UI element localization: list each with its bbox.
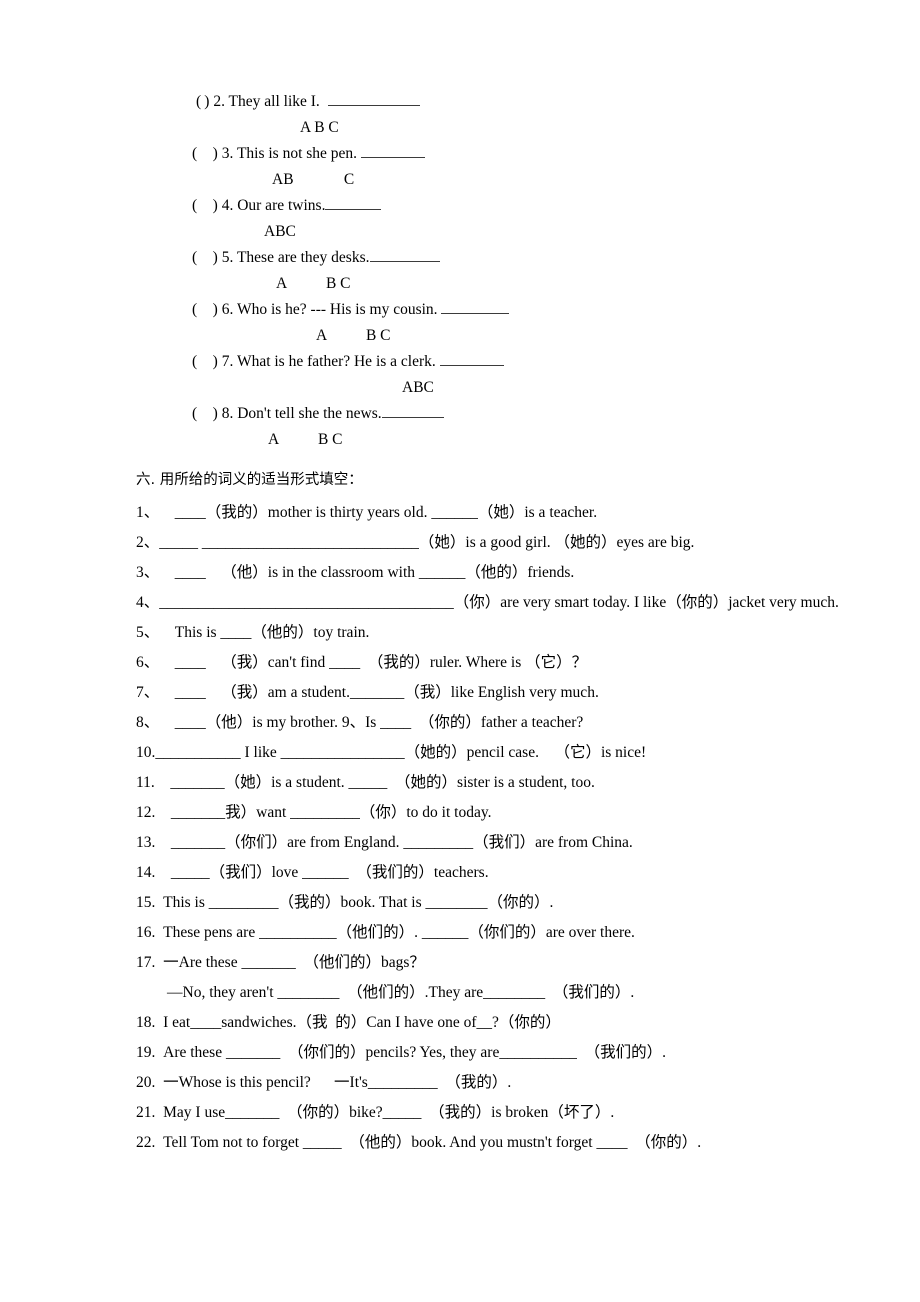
mc-answer-letters: A B C [276, 275, 351, 292]
fill-row: 3、 ____ （他）is in the classroom with ____… [136, 558, 908, 588]
item-text: _______（她）is a student. _____ （她的）sister… [154, 774, 595, 791]
fill-row: 17. 一Are these _______ （他们的）bags？ [136, 948, 908, 978]
item-number: 21. [136, 1104, 156, 1121]
item-text: ___________ I like ________________（她的）p… [155, 744, 647, 761]
mc-item: ( ) 4. Our are twins. ABC [0, 196, 920, 248]
mc-question-text: ( ) 4. Our are twins. [192, 196, 382, 216]
fill-row: 16. These pens are __________（他们的）. ____… [136, 918, 908, 948]
fill-row: 14. _____（我们）love ______ （我们的）teachers. [136, 858, 908, 888]
item-number: 7、 [136, 684, 160, 701]
fill-row: 8、 ____（他）is my brother. 9、Is ____ （你的）f… [136, 708, 908, 738]
answer-blank [369, 248, 440, 262]
item-text: ____ （他）is in the classroom with ______（… [159, 564, 575, 581]
item-number: 3、 [136, 564, 160, 581]
fill-in-blank-list: 1、 ____（我的）mother is thirty years old. _… [136, 498, 908, 1188]
item-number: 19. [136, 1044, 156, 1061]
item-text: ____ （我）can't find ____ （我的）ruler. Where… [159, 654, 588, 671]
fill-row: 11. _______（她）is a student. _____ （她的）si… [136, 768, 908, 798]
worksheet-page: ( ) 2. They all like I. A B C ( ) 3. Thi… [0, 0, 920, 1302]
answer-blank [381, 404, 444, 418]
item-number: 13. [136, 834, 156, 851]
item-number: 4、 [136, 594, 160, 611]
item-number: 18. [136, 1014, 156, 1031]
item-text: _____（我们）love ______ （我们的）teachers. [155, 864, 489, 881]
item-text: ____ （我）am a student._______（我）like Engl… [159, 684, 599, 701]
item-text: I eat____sandwiches.（我 的）Can I have one … [155, 1014, 561, 1031]
mc-question-text: ( ) 5. These are they desks. [192, 248, 440, 268]
fill-row: 22. Tell Tom not to forget _____ （他的）boo… [136, 1128, 908, 1158]
fill-row: 2、_____ ____________________________（她）i… [136, 528, 908, 558]
mc-item: ( ) 5. These are they desks. A B C [0, 248, 920, 300]
mc-question-text: ( ) 6. Who is he? --- His is my cousin. [192, 300, 510, 320]
answer-blank [360, 144, 425, 158]
fill-row: 12. _______我）want _________（你）to do it t… [136, 798, 908, 828]
answer-blank [327, 92, 420, 106]
answer-blank [439, 352, 504, 366]
item-text: Tell Tom not to forget _____ （他的）book. A… [155, 1134, 702, 1151]
fill-row: 15. This is _________（我的）book. That is _… [136, 888, 908, 918]
fill-row: 19. Are these _______ （你们的）pencils? Yes,… [136, 1038, 908, 1068]
mc-item: ( ) 2. They all like I. A B C [0, 92, 920, 144]
fill-row: 10.___________ I like ________________（她… [136, 738, 908, 768]
item-text: ______________________________________（你… [159, 594, 839, 611]
item-text: —No, they aren't ________ （他们的）.They are… [136, 984, 635, 1001]
item-text: This is ____（他的）toy train. [159, 624, 370, 641]
item-number: 8、 [136, 714, 160, 731]
fill-row: 13. _______（你们）are from England. _______… [136, 828, 908, 858]
fill-row: 7、 ____ （我）am a student._______（我）like E… [136, 678, 908, 708]
item-text: _______我）want _________（你）to do it today… [155, 804, 492, 821]
item-number: 1、 [136, 504, 160, 521]
item-text: ____（他）is my brother. 9、Is ____ （你的）fath… [159, 714, 584, 731]
mc-answer-letters: ABC [264, 223, 296, 240]
answer-blank [441, 300, 510, 314]
item-number: 14. [136, 864, 156, 881]
fill-row: 6、 ____ （我）can't find ____ （我的）ruler. Wh… [136, 648, 908, 678]
fill-row: 21. May I use_______ （你的）bike?_____ （我的）… [136, 1098, 908, 1128]
item-number: 12. [136, 804, 156, 821]
item-number: 15. [136, 894, 156, 911]
mc-item: ( ) 7. What is he father? He is a clerk.… [0, 352, 920, 404]
item-text: _______（你们）are from England. _________（我… [155, 834, 633, 851]
item-number: 22. [136, 1134, 156, 1151]
fill-row: 20. 一Whose is this pencil? 一It's________… [136, 1068, 908, 1098]
section-six-heading: 六. 用所给的词义的适当形式填空： [136, 472, 363, 488]
item-text: May I use_______ （你的）bike?_____ （我的）is b… [155, 1104, 615, 1121]
mc-item: ( ) 3. This is not she pen. AB C [0, 144, 920, 196]
item-number: 2、 [136, 534, 160, 551]
item-number: 11. [136, 774, 155, 791]
multiple-choice-section: ( ) 2. They all like I. A B C ( ) 3. Thi… [0, 92, 920, 456]
item-text: 一Whose is this pencil? 一It's_________ （我… [155, 1074, 512, 1091]
item-text: ____（我的）mother is thirty years old. ____… [159, 504, 598, 521]
fill-row [136, 1158, 908, 1188]
mc-question-text: ( ) 8. Don't tell she the news. [192, 404, 444, 424]
mc-question-text: ( ) 3. This is not she pen. [192, 144, 425, 164]
item-text: Are these _______ （你们的）pencils? Yes, the… [155, 1044, 666, 1061]
mc-answer-letters: AB C [272, 171, 355, 188]
item-text: _____ ____________________________（她）is … [159, 534, 695, 551]
item-text: These pens are __________（他们的）. ______（你… [155, 924, 635, 941]
mc-question-text: ( ) 2. They all like I. [196, 92, 420, 112]
mc-answer-letters: ABC [402, 379, 434, 396]
item-number: 10. [136, 744, 156, 761]
fill-row: 5、 This is ____（他的）toy train. [136, 618, 908, 648]
mc-item: ( ) 8. Don't tell she the news. A B C [0, 404, 920, 456]
fill-row: —No, they aren't ________ （他们的）.They are… [136, 978, 908, 1008]
mc-answer-letters: A B C [300, 119, 339, 136]
answer-blank [325, 196, 382, 210]
item-number: 6、 [136, 654, 160, 671]
fill-row-continuation: 18. I eat____sandwiches.（我 的）Can I have … [136, 1008, 908, 1038]
item-number: 5、 [136, 624, 160, 641]
mc-item: ( ) 6. Who is he? --- His is my cousin. … [0, 300, 920, 352]
fill-row: 4、______________________________________… [136, 588, 908, 618]
item-number: 17. [136, 954, 156, 971]
mc-answer-letters: A B C [268, 431, 343, 448]
item-text: 一Are these _______ （他们的）bags？ [155, 954, 425, 971]
fill-row: 1、 ____（我的）mother is thirty years old. _… [136, 498, 908, 528]
item-number: 16. [136, 924, 156, 941]
item-text: This is _________（我的）book. That is _____… [155, 894, 554, 911]
item-number: 20. [136, 1074, 156, 1091]
mc-question-text: ( ) 7. What is he father? He is a clerk. [192, 352, 504, 372]
mc-answer-letters: A B C [316, 327, 391, 344]
